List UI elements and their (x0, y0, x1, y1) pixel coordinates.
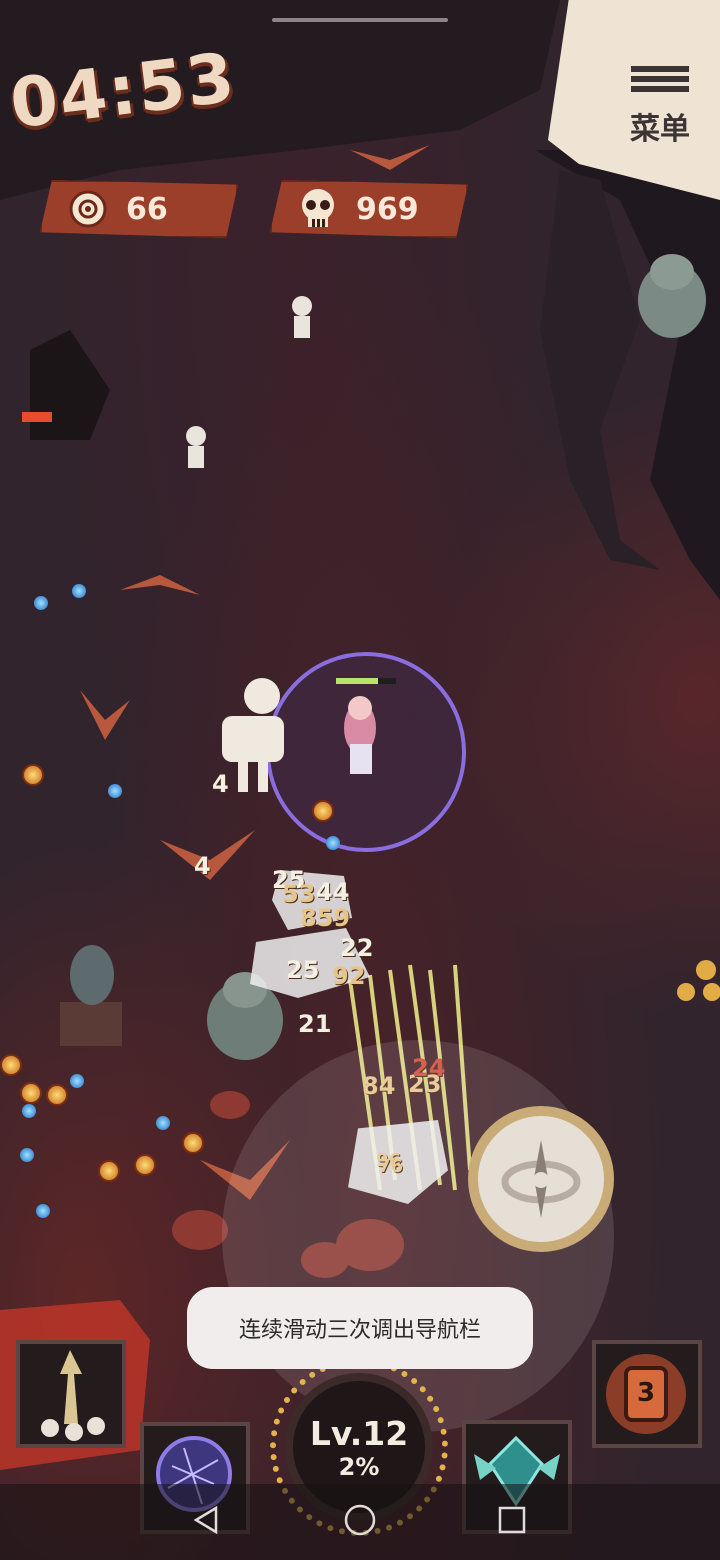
bell-shrine (60, 945, 122, 1046)
skeleton-enemy-2 (186, 426, 206, 468)
fire-coin (134, 1154, 156, 1176)
back-icon[interactable] (190, 1504, 222, 1536)
kill-counter: 969 (270, 180, 468, 238)
fire-coin (20, 1082, 42, 1104)
xp-orb (34, 596, 48, 610)
xp-orb (20, 1148, 34, 1162)
menu-button[interactable]: 菜单 (620, 62, 700, 162)
fire-coin (22, 764, 44, 786)
coin-icon (68, 189, 108, 229)
menu-icon (631, 62, 689, 96)
skull-icon (298, 189, 338, 229)
skill-slot-weapon[interactable] (16, 1340, 126, 1448)
skill-cards-slot[interactable]: 3 (592, 1340, 702, 1448)
fire-coin (312, 800, 334, 822)
xp-orb (70, 1074, 84, 1088)
menu-label: 菜单 (630, 112, 690, 147)
fire-coin (98, 1160, 120, 1182)
attack-skill-button[interactable] (468, 1106, 614, 1252)
recent-apps-icon[interactable] (497, 1505, 527, 1535)
player-level: Lv.12 (309, 1413, 409, 1453)
fire-coin (0, 1054, 22, 1076)
damage-number: 44 (316, 878, 350, 906)
lava-statue (22, 330, 110, 440)
home-icon[interactable] (343, 1503, 377, 1537)
xp-percent: 2% (338, 1452, 380, 1481)
xp-orb (22, 1104, 36, 1118)
gold-coins (677, 960, 720, 1001)
camera-notch (272, 18, 448, 22)
damage-number: 25 (286, 956, 320, 984)
fire-coin (182, 1132, 204, 1154)
xp-orb (156, 1116, 170, 1130)
damage-number: 4 (194, 852, 211, 880)
spear-skill-icon (41, 1350, 105, 1441)
xp-orb (326, 836, 340, 850)
coin-counter: 66 (40, 180, 238, 238)
toast-message: 连续滑动三次调出导航栏 (187, 1287, 533, 1369)
coin-count: 66 (126, 191, 168, 227)
xp-orb (72, 584, 86, 598)
xp-orb (108, 784, 122, 798)
damage-number: 4 (212, 770, 229, 798)
fire-coin (46, 1084, 68, 1106)
skeleton-enemy-1 (292, 296, 312, 338)
damage-number: 859 (300, 904, 351, 932)
xp-orb (36, 1204, 50, 1218)
damage-number: 21 (298, 1010, 332, 1038)
attack-skill-icon (501, 1140, 581, 1218)
damage-number: 22 (340, 934, 374, 962)
kill-count: 969 (356, 191, 419, 227)
damage-number: 92 (332, 962, 366, 990)
skill-cards-count: 3 (637, 1378, 656, 1408)
